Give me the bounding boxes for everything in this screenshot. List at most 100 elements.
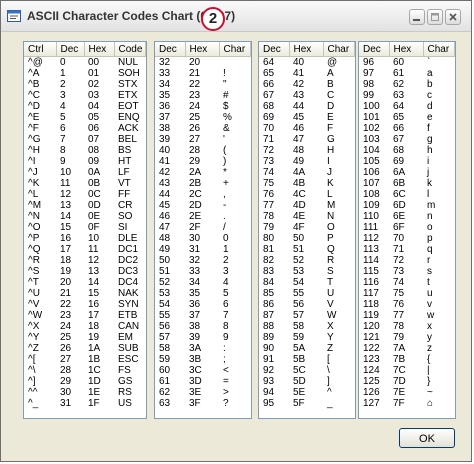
table-row: ^U 21 15 NAK — [24, 288, 146, 299]
table-cell: / — [223, 222, 226, 233]
column-header[interactable]: Dec — [56, 42, 85, 57]
table-cell: % — [223, 112, 232, 123]
table-cell: m — [427, 200, 436, 211]
table-row: ^L 12 0C FF — [24, 189, 146, 200]
table-row: ^T 20 14 DC4 — [24, 277, 146, 288]
title-bar[interactable]: ASCII Character Codes Chart (0-127) 2 — [1, 1, 471, 32]
column-header[interactable]: Hex — [389, 42, 424, 57]
table-row: ^X 24 18 CAN — [24, 321, 146, 332]
table-cell: 25 — [60, 332, 72, 343]
table-cell: FS — [118, 365, 131, 376]
table-cell: 5 — [60, 112, 66, 123]
table-cell: 6D — [393, 200, 406, 211]
column-header[interactable]: Code — [114, 42, 146, 57]
table-cell: 89 — [263, 332, 275, 343]
punctuation-digits-panel[interactable]: Dec Hex Char 32 20 33 21! 34 22 " 35 23 #36 24 $37 25% 3… — [154, 41, 252, 419]
table-row: ^W 23 17 ETB — [24, 310, 146, 321]
table-cell: ^G — [28, 134, 41, 145]
table-cell: 5F — [293, 398, 305, 409]
table-cell: r — [427, 255, 431, 266]
table-cell: EM — [118, 332, 133, 343]
table-cell: STX — [118, 79, 138, 90]
table-cell: NAK — [118, 288, 139, 299]
table-row: 94 5E ^ — [259, 387, 355, 398]
table-cell: ^I — [28, 156, 36, 167]
ok-button[interactable]: OK — [399, 428, 455, 448]
table-cell: 42 — [293, 79, 305, 90]
column-header[interactable]: Char — [323, 42, 355, 57]
column-header[interactable]: Hex — [84, 42, 115, 57]
table-cell: 120 — [363, 321, 380, 332]
table-cell: 3A — [189, 343, 202, 354]
table-cell: 61 — [159, 376, 171, 387]
table-cell: 62 — [159, 387, 171, 398]
table-cell: 32 — [189, 255, 201, 266]
column-header[interactable]: Dec — [359, 42, 390, 57]
table-cell: ^B — [28, 79, 40, 90]
table-cell: 90 — [263, 343, 275, 354]
table-cell: DC1 — [118, 244, 139, 255]
table-cell: 60 — [159, 365, 171, 376]
minimize-button[interactable] — [409, 9, 425, 25]
table-cell: 72 — [263, 145, 275, 156]
column-header[interactable]: Ctrl — [24, 42, 57, 57]
table-cell: ACK — [118, 123, 139, 134]
table-row: 35 23 # — [155, 90, 251, 101]
table-cell: ^C — [28, 90, 40, 101]
table-row: 78 4E N — [259, 211, 355, 222]
table-cell: ^S — [28, 266, 40, 277]
table-cell: 4 — [60, 101, 66, 112]
table-row: ^C 3 03 ETX — [24, 90, 146, 101]
table-row: 49 31 1 — [155, 244, 251, 255]
table-cell: | — [427, 365, 430, 376]
table-cell: 33 — [189, 266, 201, 277]
table-cell: 107 — [363, 178, 380, 189]
column-header[interactable]: Char — [219, 42, 251, 57]
table-cell: w — [427, 310, 435, 321]
table-cell: 86 — [263, 299, 275, 310]
table-cell: SO — [118, 211, 133, 222]
table-cell: . — [223, 211, 226, 222]
column-header[interactable]: Dec — [259, 42, 290, 57]
lowercase-panel[interactable]: Dec Hex Char 96 60 ` 97 61 a 98 62 b 99 63 c 100 64 d 101 6… — [358, 41, 456, 419]
close-button[interactable] — [445, 9, 461, 25]
table-cell: 105 — [363, 156, 380, 167]
column-header[interactable]: Char — [423, 42, 455, 57]
table-cell: 114 — [363, 255, 379, 266]
table-cell: 1 — [60, 68, 66, 79]
table-row: 83 53 S — [259, 266, 355, 277]
table-cell: 41 — [159, 156, 171, 167]
table-row: 65 41 A — [259, 68, 355, 79]
table-row: 70 46 F — [259, 123, 355, 134]
table-cell: 119 — [363, 310, 379, 321]
column-header[interactable]: Hex — [185, 42, 220, 57]
table-cell: 4 — [223, 277, 229, 288]
table-cell: 98 — [363, 79, 375, 90]
uppercase-panel[interactable]: Dec Hex Char 64 40 @65 41 A 66 42 B 67 43 C 68 44 D 69 45 E… — [258, 41, 356, 419]
table-cell: ^N — [28, 211, 40, 222]
table-cell: 20 — [60, 277, 72, 288]
table-cell: F — [327, 123, 334, 134]
table-row: ^R 18 12 DC2 — [24, 255, 146, 266]
table-cell: B — [327, 79, 334, 90]
table-cell: S — [327, 266, 334, 277]
table-cell: 85 — [263, 288, 275, 299]
table-cell: 16 — [88, 299, 100, 310]
column-header[interactable]: Dec — [155, 42, 186, 57]
column-header[interactable]: Hex — [289, 42, 324, 57]
table-cell: 37 — [159, 112, 171, 123]
table-row: ^Y 25 19 EM — [24, 332, 146, 343]
table-cell: 7 — [223, 310, 229, 321]
table-row: 107 6B k — [359, 178, 455, 189]
control-codes-panel[interactable]: Ctrl Dec Hex Code ^@ 0 00 NUL ^A 1 01 SOH ^B 2 02 STX ^C… — [23, 41, 147, 419]
table-cell: ^@ — [28, 57, 43, 68]
table-cell: 28 — [60, 365, 72, 376]
table-cell: 43 — [293, 90, 305, 101]
table-row: 60 3C < — [155, 365, 251, 376]
table-cell: 76 — [393, 299, 405, 310]
table-cell: SOH — [118, 68, 140, 79]
table-cell: 97 — [363, 68, 375, 79]
table-cell: 65 — [393, 112, 405, 123]
maximize-button[interactable] — [427, 9, 443, 25]
table-cell: 71 — [263, 134, 275, 145]
